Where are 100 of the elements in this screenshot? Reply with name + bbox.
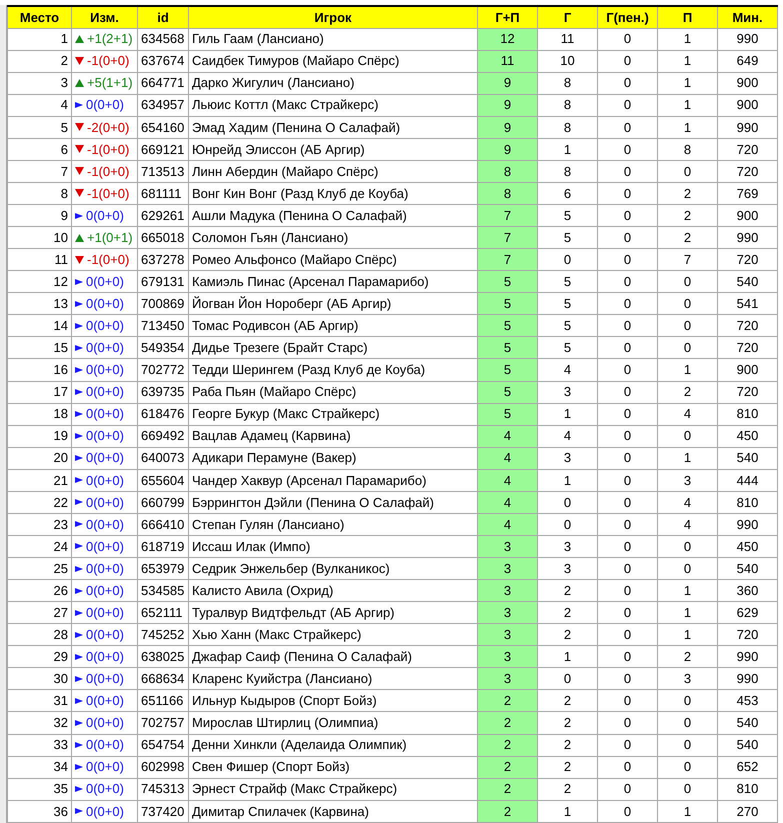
table-cell: Денни Хинкли (Аделаида Олимпик)	[188, 734, 478, 756]
table-cell: Георге Букур (Макс Страйкерс)	[188, 403, 478, 426]
table-cell: 3	[478, 580, 538, 602]
table-cell: 664771	[138, 72, 188, 94]
table-cell: 810	[718, 778, 778, 800]
change-text: 0(0+0)	[86, 604, 124, 622]
table-cell: 0	[598, 72, 658, 94]
table-cell: 4	[478, 425, 538, 448]
right-flag-icon	[75, 742, 83, 748]
table-cell: Дарко Жигулич (Лансиано)	[188, 72, 478, 94]
table-cell: 2	[478, 756, 538, 778]
table-cell: 900	[718, 358, 778, 381]
table-cell: 0	[658, 734, 718, 756]
table-cell: 634568	[138, 28, 188, 50]
table-cell: 4	[538, 358, 598, 381]
table-cell: 3	[478, 624, 538, 646]
table-cell: 0	[598, 447, 658, 470]
table-cell: 0	[598, 314, 658, 337]
down-triangle-icon	[75, 167, 84, 176]
table-cell: 24	[8, 535, 72, 558]
table-cell: Юнрейд Элиссон (АБ Аргир)	[188, 138, 478, 160]
table-cell: 2	[538, 756, 598, 778]
table-cell: Кларенс Куийстра (Лансиано)	[188, 668, 478, 690]
table-cell: 681111	[138, 182, 188, 204]
table-cell: 2	[538, 712, 598, 734]
table-cell: 0	[658, 558, 718, 580]
table-cell: 0	[598, 381, 658, 404]
table-cell: 12	[8, 270, 72, 293]
change-text: -1(0+0)	[87, 140, 130, 159]
table-cell: 720	[718, 160, 778, 182]
right-flag-icon	[75, 433, 83, 440]
table-cell: 0	[658, 756, 718, 778]
table-cell: 0	[598, 204, 658, 227]
table-cell: 2	[538, 602, 598, 624]
table-cell: 2	[658, 646, 718, 668]
change-text: 0(0+0)	[86, 96, 124, 114]
right-flag-icon	[75, 786, 83, 792]
table-cell: 0	[598, 403, 658, 426]
table-cell: 2	[658, 381, 718, 404]
table-cell: 2	[478, 734, 538, 756]
table-cell: 549354	[138, 336, 188, 359]
table-cell: 629261	[138, 204, 188, 227]
table-cell: 0	[658, 778, 718, 800]
table-cell: 0	[598, 358, 658, 381]
change-text: 0(0+0)	[86, 206, 124, 225]
right-flag-icon	[75, 366, 83, 373]
table-cell: 360	[718, 580, 778, 602]
table-cell: 26	[8, 580, 72, 602]
table-cell: 990	[718, 116, 778, 138]
table-cell: 534585	[138, 580, 188, 602]
change-text: 0(0+0)	[86, 736, 124, 754]
change-text: +1(2+1)	[87, 30, 133, 48]
table-cell: 2	[478, 800, 538, 822]
change-text: 0(0+0)	[86, 317, 124, 336]
table-cell: 0	[598, 535, 658, 558]
table-cell: 1	[8, 28, 72, 50]
change-text: 0(0+0)	[86, 339, 124, 358]
table-cell: 1	[538, 469, 598, 492]
table-cell: 655604	[138, 469, 188, 492]
table-cell: 7	[478, 204, 538, 227]
table-cell: 0	[658, 270, 718, 293]
table-cell: 1	[658, 800, 718, 822]
right-flag-icon	[75, 322, 83, 329]
table-cell: 3	[478, 668, 538, 690]
table-cell: Бэррингтон Дэйли (Пенина О Салафай)	[188, 491, 478, 514]
table-cell: 0	[598, 270, 658, 293]
table-cell: 21	[8, 469, 72, 492]
table-cell: 8	[538, 160, 598, 182]
table-cell: 17	[8, 381, 72, 404]
up-triangle-icon	[75, 234, 84, 242]
table-cell: 720	[718, 624, 778, 646]
table-cell: 8	[538, 72, 598, 94]
table-cell: 2	[478, 712, 538, 734]
table-cell: 7	[8, 160, 72, 182]
change-text: 0(0+0)	[86, 670, 124, 688]
table-cell: 0	[598, 292, 658, 315]
table-cell: 0	[538, 248, 598, 271]
table-cell: 660799	[138, 491, 188, 514]
right-flag-icon	[75, 764, 83, 770]
table-cell: 8	[538, 94, 598, 116]
table-cell: 30	[8, 668, 72, 690]
table-cell: Эрнест Страйф (Макс Страйкерс)	[188, 778, 478, 800]
table-cell: 9	[478, 72, 538, 94]
change-text: -1(0+0)	[87, 184, 130, 203]
change-text: -1(0+0)	[87, 250, 130, 269]
column-header: Место	[8, 6, 72, 28]
table-cell: 8	[538, 116, 598, 138]
table-cell: 27	[8, 602, 72, 624]
table-cell: 720	[718, 248, 778, 271]
table-cell: 0	[598, 624, 658, 646]
table-cell: 3	[538, 447, 598, 470]
table-cell: 11	[538, 28, 598, 50]
table-cell: 1	[658, 116, 718, 138]
change-text: 0(0+0)	[86, 449, 124, 468]
table-cell: 540	[718, 447, 778, 470]
change-text: 0(0+0)	[86, 692, 124, 710]
column-header: П	[658, 6, 718, 28]
table-cell: Ромео Альфонсо (Майаро Спёрс)	[188, 248, 478, 271]
up-triangle-icon	[75, 35, 84, 44]
table-cell: 2	[478, 778, 538, 800]
